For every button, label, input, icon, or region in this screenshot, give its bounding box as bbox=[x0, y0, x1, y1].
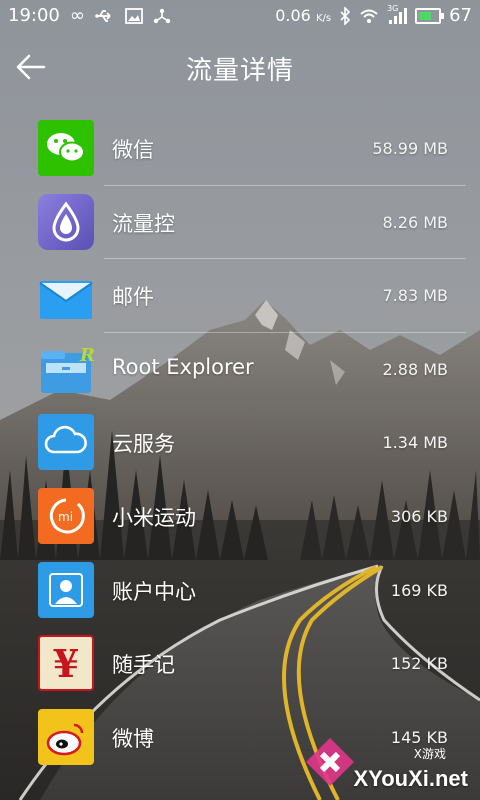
wechat-icon bbox=[38, 120, 94, 176]
status-left: 19:00 ∞ bbox=[8, 5, 171, 26]
cloud-icon bbox=[38, 414, 94, 471]
battery-icon bbox=[415, 7, 445, 24]
app-name: 小米运动 bbox=[112, 505, 196, 530]
page-title: 流量详情 bbox=[185, 56, 294, 86]
app-name: 随手记 bbox=[112, 653, 175, 678]
status-right: 0.06 K/s 3G 67 bbox=[275, 4, 472, 27]
data-usage: 58.99 MB bbox=[372, 139, 448, 158]
weibo-icon bbox=[38, 708, 94, 765]
data-usage: 306 KB bbox=[390, 506, 448, 526]
wifi-icon bbox=[360, 9, 378, 23]
svg-text:R: R bbox=[79, 345, 94, 366]
mi-fit-icon: mi bbox=[38, 487, 94, 544]
yen-icon: ¥ bbox=[38, 635, 94, 692]
watermark-sub: X游戏 bbox=[413, 747, 446, 761]
list-item[interactable]: ¥ 随手记 152 KB bbox=[0, 627, 480, 701]
battery-level: 67 bbox=[449, 5, 472, 26]
list-item[interactable]: R Root Explorer 2.88 MB bbox=[0, 333, 480, 407]
app-name: 流量控 bbox=[112, 211, 175, 236]
traffic-control-icon bbox=[38, 193, 94, 250]
list-item[interactable]: 微信 58.99 MB bbox=[0, 112, 480, 186]
list-item[interactable]: 流量控 8.26 MB bbox=[0, 186, 480, 260]
data-usage: 1.34 MB bbox=[382, 433, 449, 453]
status-bar: 19:00 ∞ 0.06 K/s 3G 67 bbox=[0, 0, 480, 32]
list-item[interactable]: mi 小米运动 306 KB bbox=[0, 480, 480, 554]
list-item[interactable]: 云服务 1.34 MB bbox=[0, 406, 480, 480]
svg-text:¥: ¥ bbox=[53, 641, 79, 686]
data-usage: 152 KB bbox=[390, 654, 448, 674]
app-usage-list: 微信 58.99 MB 流量控 8.26 MB 邮件 7.83 MB R Roo… bbox=[0, 112, 480, 774]
gamepad-logo-icon bbox=[306, 738, 354, 786]
account-icon bbox=[38, 561, 94, 618]
title-bar: 流量详情 bbox=[0, 34, 480, 100]
list-item[interactable]: 账户中心 169 KB bbox=[0, 554, 480, 628]
app-name: Root Explorer bbox=[112, 354, 254, 379]
app-name: 云服务 bbox=[112, 432, 175, 457]
usb-icon bbox=[95, 9, 111, 22]
signal-icon: 3G bbox=[387, 4, 408, 24]
image-icon bbox=[124, 7, 143, 24]
bluetooth-icon bbox=[340, 6, 351, 25]
data-usage: 2.88 MB bbox=[382, 359, 449, 379]
app-name: 账户中心 bbox=[112, 579, 196, 604]
app-name: 微博 bbox=[112, 726, 154, 751]
watermark-brand: XYouXi.net bbox=[353, 766, 469, 791]
svg-text:mi: mi bbox=[58, 510, 73, 524]
mail-icon bbox=[38, 267, 94, 323]
list-item[interactable]: 邮件 7.83 MB bbox=[0, 259, 480, 333]
app-name: 邮件 bbox=[112, 285, 154, 310]
app-name: 微信 bbox=[112, 138, 154, 162]
watermark: X游戏 XYouXi.net bbox=[292, 724, 472, 794]
share-icon bbox=[153, 8, 171, 23]
infinity-icon: ∞ bbox=[69, 5, 85, 26]
folder-icon: R bbox=[38, 341, 94, 397]
data-usage: 8.26 MB bbox=[382, 212, 449, 232]
clock: 19:00 bbox=[8, 5, 60, 26]
network-speed: 0.06 K/s bbox=[275, 6, 332, 25]
data-usage: 169 KB bbox=[390, 580, 448, 600]
data-usage: 7.83 MB bbox=[382, 286, 449, 306]
